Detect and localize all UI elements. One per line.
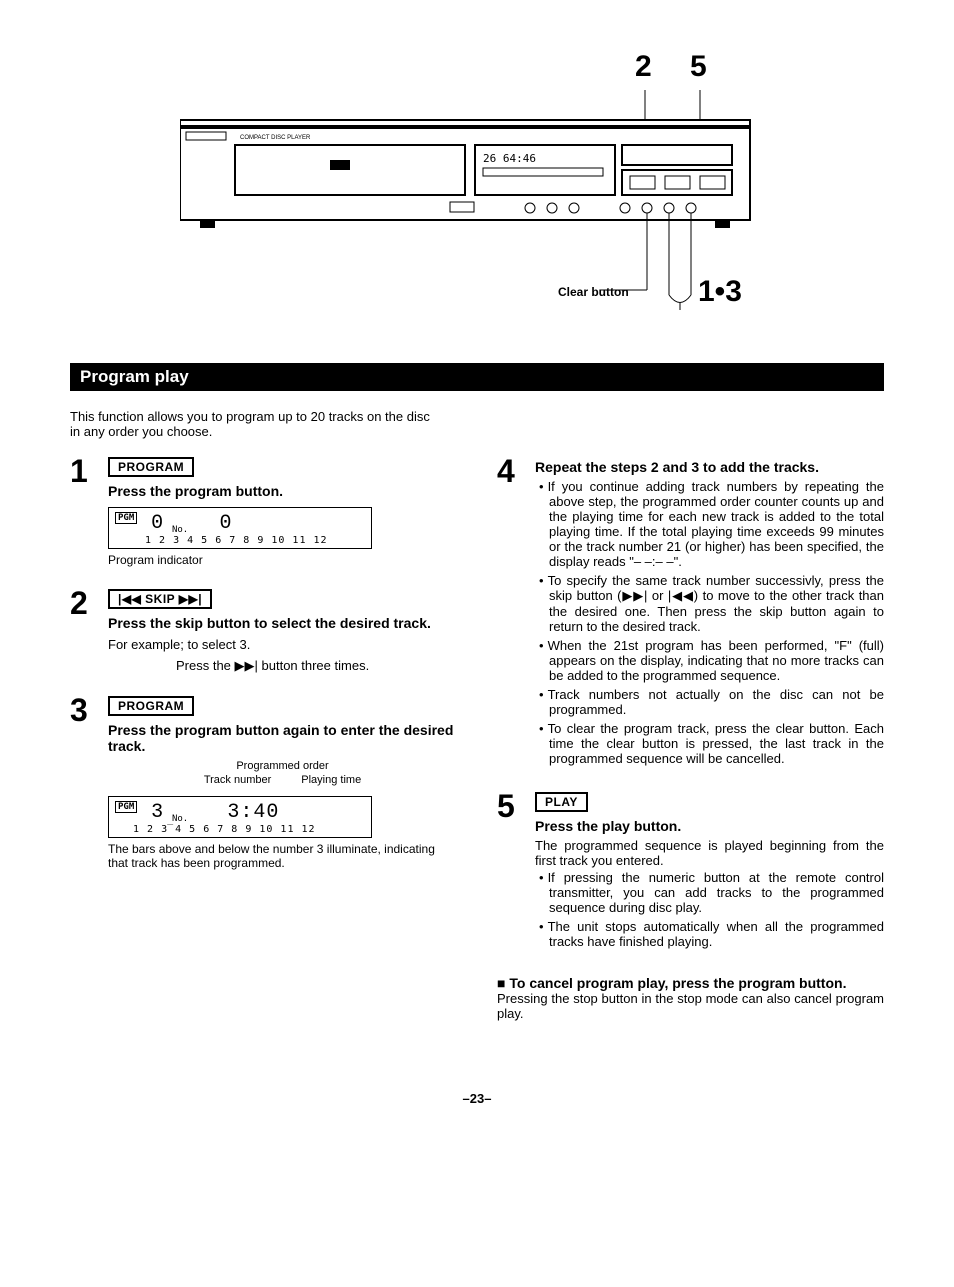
display-1-caption: Program indicator: [108, 553, 457, 567]
step-2-example-b: Press the ▶▶| button three times.: [176, 658, 457, 674]
program-button-label-2: PROGRAM: [108, 696, 194, 716]
step-4: 4 Repeat the steps 2 and 3 to add the tr…: [497, 457, 884, 770]
svg-text:26 64:46: 26 64:46: [483, 152, 536, 165]
play-button-label: PLAY: [535, 792, 588, 812]
skip-button-label: |◀◀ SKIP ▶▶|: [108, 589, 212, 609]
step-4-number: 4: [497, 455, 535, 770]
page-number: –23–: [70, 1091, 884, 1106]
display-3-caption: The bars above and below the number 3 il…: [108, 842, 457, 870]
callout-5: 5: [690, 50, 707, 84]
step-4-bullet-1: To specify the same track number success…: [549, 573, 884, 634]
annot-left: Track number: [204, 774, 271, 786]
step-5-number: 5: [497, 790, 535, 953]
device-illustration: 2 5 COMPACT DISC PLAYER 26 64:46: [180, 60, 884, 323]
annot-top: Programmed order: [108, 760, 457, 772]
step-4-bullet-0: If you continue adding track numbers by …: [549, 479, 884, 569]
clear-button-label: Clear button: [558, 285, 629, 299]
callout-2: 2: [635, 50, 652, 84]
program-button-label-1: PROGRAM: [108, 457, 194, 477]
step-1-title: Press the program button.: [108, 483, 457, 499]
display-1: PGM 0 No. 0 1 2 3 4 5 6 7 8 9 10 11 12: [108, 507, 372, 549]
step-5-bullet-0: If pressing the numeric button at the re…: [549, 870, 884, 915]
step-3: 3 PROGRAM Press the program button again…: [70, 696, 457, 870]
step-5-desc: The programmed sequence is played beginn…: [535, 838, 884, 868]
cancel-block: To cancel program play, press the progra…: [497, 975, 884, 1021]
step-3-title: Press the program button again to enter …: [108, 722, 457, 754]
step-5: 5 PLAY Press the play button. The progra…: [497, 792, 884, 953]
step-3-number: 3: [70, 694, 108, 870]
step-4-bullet-2: When the 21st program has been performed…: [549, 638, 884, 683]
intro-text: This function allows you to program up t…: [70, 409, 440, 439]
callout-1-3: 1•3: [698, 275, 742, 309]
annot-right: Playing time: [301, 774, 361, 786]
cd-player-svg: COMPACT DISC PLAYER 26 64:46: [180, 60, 780, 320]
step-2: 2 |◀◀ SKIP ▶▶| Press the skip button to …: [70, 589, 457, 674]
cancel-desc: Pressing the stop button in the stop mod…: [497, 991, 884, 1021]
step-4-title: Repeat the steps 2 and 3 to add the trac…: [535, 459, 884, 475]
step-4-bullet-4: To clear the program track, press the cl…: [549, 721, 884, 766]
step-2-example-a: For example; to select 3.: [108, 637, 457, 652]
step-1: 1 PROGRAM Press the program button. PGM …: [70, 457, 457, 567]
display-3: PGM 3 No. 3:40 1 2 3̅ 4 5 6 7 8 9 10 11 …: [108, 796, 372, 838]
step-5-bullets: If pressing the numeric button at the re…: [535, 870, 884, 949]
step-5-bullet-1: The unit stops automatically when all th…: [549, 919, 884, 949]
step-2-title: Press the skip button to select the desi…: [108, 615, 457, 631]
right-column: 4 Repeat the steps 2 and 3 to add the tr…: [497, 457, 884, 1021]
step-4-bullet-3: Track numbers not actually on the disc c…: [549, 687, 884, 717]
cancel-title: To cancel program play, press the progra…: [497, 975, 884, 991]
step-2-number: 2: [70, 587, 108, 674]
left-column: 1 PROGRAM Press the program button. PGM …: [70, 457, 457, 1021]
svg-text:COMPACT DISC PLAYER: COMPACT DISC PLAYER: [240, 135, 311, 141]
step-4-bullets: If you continue adding track numbers by …: [535, 479, 884, 766]
step-5-title: Press the play button.: [535, 818, 884, 834]
step-1-number: 1: [70, 455, 108, 567]
section-title: Program play: [70, 363, 884, 391]
